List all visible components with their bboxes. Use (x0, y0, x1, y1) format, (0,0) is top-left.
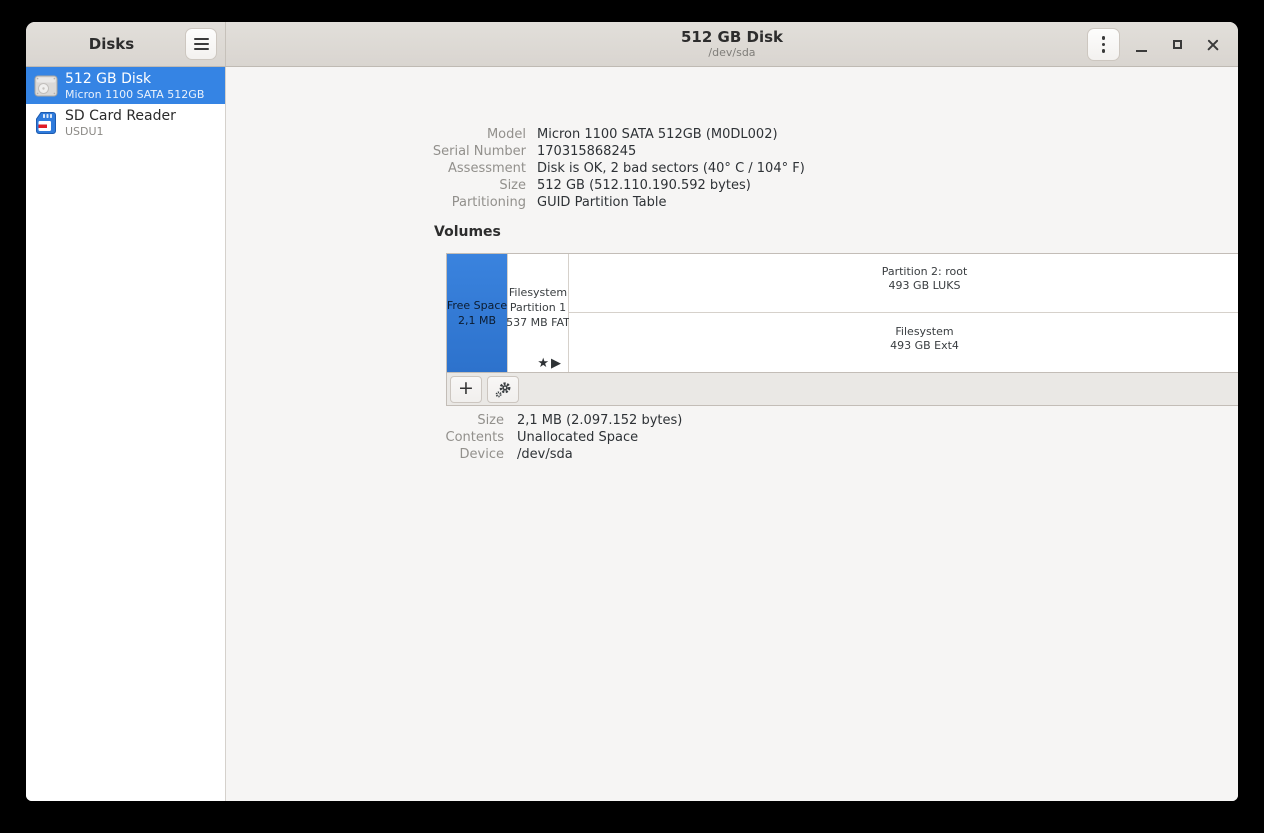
info-label: Size (227, 178, 526, 193)
volumes-heading: Volumes (434, 224, 501, 240)
close-button[interactable] (1198, 30, 1228, 60)
info-value: 512 GB (512.110.190.592 bytes) (537, 178, 751, 193)
sidebar-item-title: SD Card Reader (65, 108, 176, 125)
create-partition-button[interactable]: + (450, 376, 482, 403)
segment-size: 537 MB FAT (506, 317, 570, 329)
drive-details-pane: Model Micron 1100 SATA 512GB (M0DL002) S… (227, 67, 1238, 801)
sidebar-item-sd-card-reader[interactable]: SD Card Reader USDU1 (26, 104, 225, 141)
info-label: Serial Number (227, 144, 526, 159)
info-row-serial-number: Serial Number 170315868245 (227, 143, 805, 160)
sidebar-headerbar: Disks (26, 22, 226, 66)
gear-icon (495, 381, 512, 398)
info-value: Disk is OK, 2 bad sectors (40° C / 104° … (537, 161, 805, 176)
desktop-background: Disks 512 GB Disk /dev/sda (0, 0, 1264, 833)
segment-size: 493 GB Ext4 (890, 340, 959, 352)
device-sidebar: 512 GB Disk Micron 1100 SATA 512GB SD Ca… (26, 67, 226, 801)
volume-segment-free-space-1[interactable]: Free Space 2,1 MB (447, 254, 508, 372)
info-row-size: Size 512 GB (512.110.190.592 bytes) (227, 177, 805, 194)
segment-label: Free Space (447, 300, 507, 312)
info-label: Assessment (227, 161, 526, 176)
drive-info-grid: Model Micron 1100 SATA 512GB (M0DL002) S… (227, 126, 805, 211)
hard-disk-icon (33, 73, 59, 99)
window-title: 512 GB Disk (681, 29, 783, 46)
close-icon (1207, 39, 1219, 51)
volumes-toolbar: + (446, 373, 1238, 406)
info-label: Contents (227, 430, 504, 445)
sidebar-item-title: 512 GB Disk (65, 71, 204, 88)
info-row-partitioning: Partitioning GUID Partition Table (227, 194, 805, 211)
segment-label: Partition 2: root (882, 266, 968, 278)
info-row-device: Device /dev/sda (227, 446, 682, 463)
info-label: Device (227, 447, 504, 462)
maximize-button[interactable] (1162, 30, 1192, 60)
kebab-menu-icon (1102, 36, 1106, 40)
info-value: 2,1 MB (2.097.152 bytes) (517, 413, 682, 428)
headerbar: Disks 512 GB Disk /dev/sda (26, 22, 1238, 67)
window-subtitle: /dev/sda (708, 46, 755, 59)
selection-info-grid: Size 2,1 MB (2.097.152 bytes) Contents U… (227, 412, 682, 463)
partition-2-filesystem[interactable]: Filesystem 493 GB Ext4 ★▶ (569, 314, 1238, 372)
volume-segment-partition-1[interactable]: Filesystem Partition 1 537 MB FAT ★▶ (508, 254, 569, 372)
app-title: Disks (89, 35, 134, 53)
segment-size: 2,1 MB (458, 315, 496, 327)
volumes-grid: Free Space 2,1 MB Filesystem Partition 1… (446, 253, 1238, 373)
window-controls (1087, 22, 1228, 67)
info-value: /dev/sda (517, 447, 573, 462)
info-row-contents: Contents Unallocated Space (227, 429, 682, 446)
info-label: Partitioning (227, 195, 526, 210)
sd-card-icon (33, 110, 59, 136)
drive-menu-button[interactable] (1087, 28, 1120, 61)
minimize-icon (1136, 50, 1147, 52)
info-label: Model (227, 127, 526, 142)
maximize-icon (1173, 40, 1182, 49)
segment-size: 493 GB LUKS (889, 280, 961, 292)
sidebar-item-512gb-disk[interactable]: 512 GB Disk Micron 1100 SATA 512GB (26, 67, 225, 104)
volume-options-button[interactable] (487, 376, 519, 403)
info-row-assessment: Assessment Disk is OK, 2 bad sectors (40… (227, 160, 805, 177)
info-value: Micron 1100 SATA 512GB (M0DL002) (537, 127, 778, 142)
plus-icon: + (458, 379, 474, 398)
info-value: 170315868245 (537, 144, 636, 159)
minimize-button[interactable] (1126, 30, 1156, 60)
info-row-model: Model Micron 1100 SATA 512GB (M0DL002) (227, 126, 805, 143)
volume-segment-partition-2: Partition 2: root 493 GB LUKS Filesystem… (569, 254, 1238, 372)
mounted-icon: ▶ (551, 356, 563, 371)
info-value: Unallocated Space (517, 430, 638, 445)
segment-content-type: Filesystem (509, 287, 567, 299)
info-row-size: Size 2,1 MB (2.097.152 bytes) (227, 412, 682, 429)
hamburger-icon (194, 38, 209, 40)
partition-flags: ★▶ (537, 356, 563, 371)
star-icon: ★ (537, 356, 551, 371)
sidebar-item-subtitle: USDU1 (65, 125, 176, 138)
disks-application-window: Disks 512 GB Disk /dev/sda (26, 22, 1238, 801)
segment-content-type: Filesystem (895, 326, 953, 338)
info-value: GUID Partition Table (537, 195, 667, 210)
sidebar-item-subtitle: Micron 1100 SATA 512GB (65, 88, 204, 101)
segment-label: Partition 1 (510, 302, 566, 314)
hamburger-menu-button[interactable] (185, 28, 217, 60)
partition-2-luks-container[interactable]: Partition 2: root 493 GB LUKS (569, 254, 1238, 313)
info-label: Size (227, 413, 504, 428)
